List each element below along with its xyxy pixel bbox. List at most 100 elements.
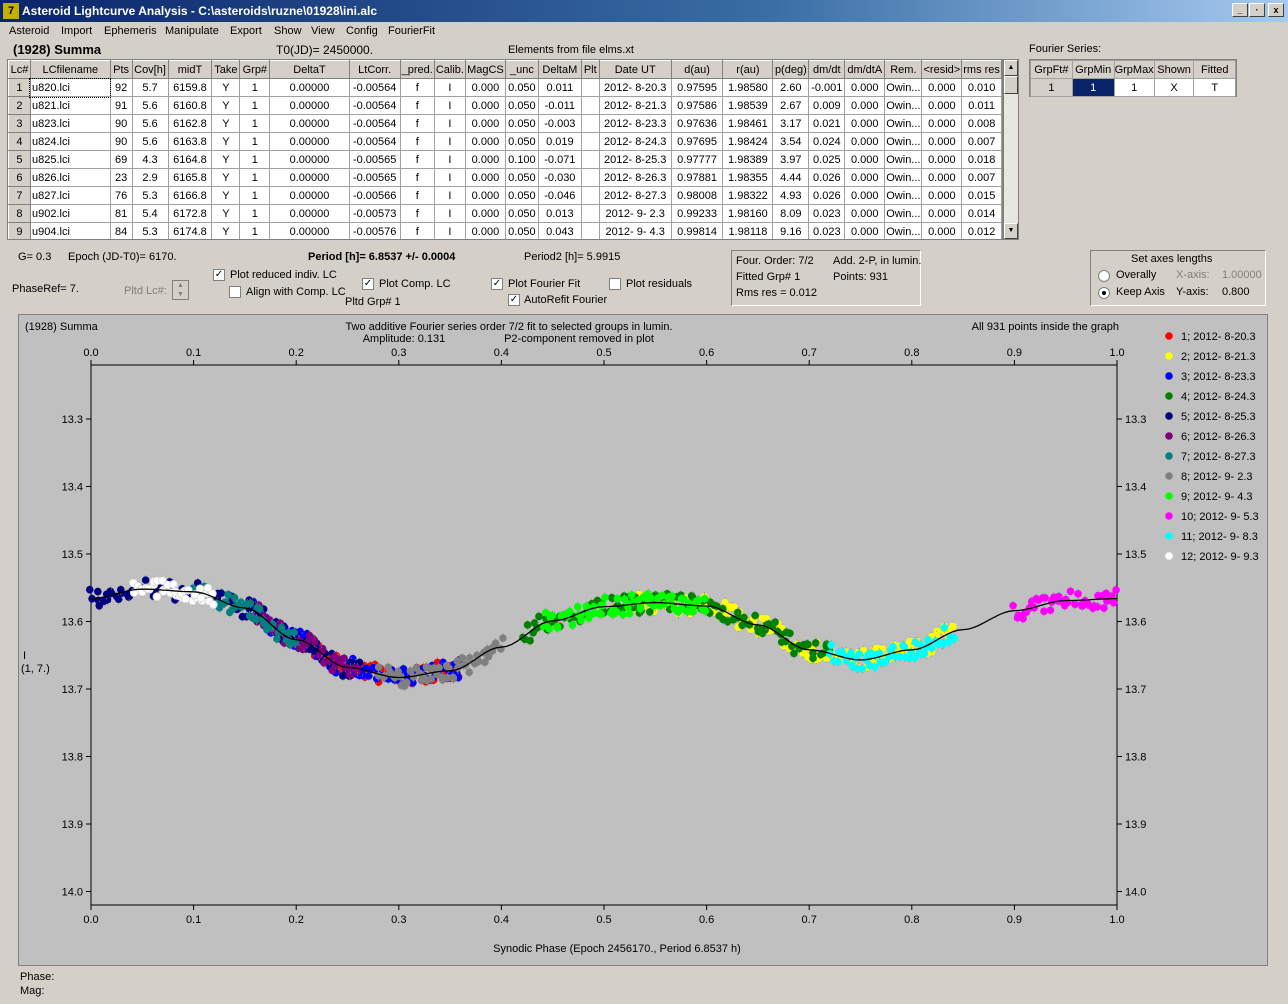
cell-unc[interactable]: 0.100 (504, 150, 539, 169)
cell-calib[interactable]: I (433, 186, 466, 205)
cell-deltat[interactable]: 0.00000 (269, 222, 350, 239)
cell-filename[interactable]: u825.lci (29, 150, 111, 169)
cell-dmdt[interactable]: 0.024 (808, 132, 846, 151)
cell-dmdt[interactable]: 0.009 (808, 96, 846, 115)
cell-pdeg[interactable]: 3.54 (772, 132, 810, 151)
cell-ltcorr[interactable]: -0.00564 (348, 78, 401, 97)
table-row[interactable]: 6 u826.lci 23 2.9 6165.8 Y 1 0.00000 -0.00565 f I 0… (8, 168, 1002, 187)
plot-fourier-checkbox[interactable]: ✓ (491, 278, 503, 290)
menu-ephemeris[interactable]: Ephemeris (104, 25, 157, 37)
cell-dau[interactable]: 0.99814 (670, 222, 724, 239)
cell-pts[interactable]: 69 (109, 150, 133, 169)
cell-deltam[interactable]: 0.019 (537, 132, 582, 151)
cell-deltam[interactable]: -0.003 (537, 114, 582, 133)
cell-pdeg[interactable]: 4.44 (772, 168, 810, 187)
cell-calib[interactable]: I (433, 78, 466, 97)
cell-cov[interactable]: 2.9 (131, 168, 169, 187)
cell-midt[interactable]: 6163.8 (167, 132, 213, 151)
cell-take[interactable]: Y (211, 96, 241, 115)
cell-dau[interactable]: 0.99233 (670, 204, 724, 223)
cell-deltam[interactable]: -0.011 (537, 96, 582, 115)
cell-dau[interactable]: 0.98008 (670, 186, 724, 205)
cell-deltam[interactable]: 0.013 (537, 204, 582, 223)
cell-resid[interactable]: 0.000 (921, 96, 963, 115)
cell-midt[interactable]: 6174.8 (167, 222, 213, 239)
col-header-plt[interactable]: Plt (580, 60, 600, 79)
cell-grp[interactable]: 1 (239, 168, 271, 187)
cell-midt[interactable]: 6162.8 (167, 114, 213, 133)
cell-magcs[interactable]: 0.000 (464, 78, 506, 97)
cell-take[interactable]: Y (211, 168, 241, 187)
cell-cov[interactable]: 5.6 (131, 96, 169, 115)
scroll-up-icon[interactable]: ▲ (1004, 60, 1018, 76)
cell-dmdta[interactable]: 0.000 (844, 186, 886, 205)
cell-lc[interactable]: 2 (8, 96, 31, 115)
cell-plt[interactable] (580, 168, 600, 187)
cell-pdeg[interactable]: 2.60 (772, 78, 810, 97)
cell-rau[interactable]: 1.98580 (722, 78, 774, 97)
cell-deltat[interactable]: 0.00000 (269, 150, 350, 169)
cell-resid[interactable]: 0.000 (921, 114, 963, 133)
cell-filename[interactable]: u821.lci (29, 96, 111, 115)
cell-unc[interactable]: 0.050 (504, 186, 539, 205)
cell-pred[interactable]: f (399, 222, 435, 239)
fourier-cell-grpmax[interactable]: 1 (1113, 78, 1155, 97)
cell-take[interactable]: Y (211, 186, 241, 205)
cell-grp[interactable]: 1 (239, 186, 271, 205)
fourier-cell-grpft[interactable]: 1 (1030, 78, 1073, 97)
cell-resid[interactable]: 0.000 (921, 222, 963, 239)
table-row[interactable]: 4 u824.lci 90 5.6 6163.8 Y 1 0.00000 -0.00564 f I 0… (8, 132, 1002, 151)
cell-pts[interactable]: 23 (109, 168, 133, 187)
cell-magcs[interactable]: 0.000 (464, 96, 506, 115)
col-header-cov[interactable]: Cov[h] (131, 60, 169, 79)
overally-radio[interactable] (1098, 270, 1110, 282)
cell-rau[interactable]: 1.98160 (722, 204, 774, 223)
minimize-button[interactable]: _ (1232, 3, 1248, 17)
cell-pdeg[interactable]: 4.93 (772, 186, 810, 205)
lightcurve-plot[interactable]: (1928) Summa Two additive Fourier series… (18, 314, 1268, 966)
maximize-button[interactable]: · (1249, 3, 1265, 17)
cell-rau[interactable]: 1.98461 (722, 114, 774, 133)
table-row[interactable]: 3 u823.lci 90 5.6 6162.8 Y 1 0.00000 -0.00564 f I 0… (8, 114, 1002, 133)
col-header-dmdt[interactable]: dm/dt (808, 60, 846, 79)
cell-dmdta[interactable]: 0.000 (844, 114, 886, 133)
cell-magcs[interactable]: 0.000 (464, 222, 506, 239)
cell-rem[interactable]: Owin... (884, 114, 923, 133)
col-header-pdeg[interactable]: p(deg) (772, 60, 810, 79)
menu-import[interactable]: Import (61, 25, 92, 37)
cell-dmdta[interactable]: 0.000 (844, 150, 886, 169)
cell-dau[interactable]: 0.97777 (670, 150, 724, 169)
cell-deltam[interactable]: 0.011 (537, 78, 582, 97)
cell-deltat[interactable]: 0.00000 (269, 204, 350, 223)
cell-calib[interactable]: I (433, 132, 466, 151)
cell-midt[interactable]: 6164.8 (167, 150, 213, 169)
scroll-down-icon[interactable]: ▼ (1004, 223, 1018, 239)
col-header-rau[interactable]: r(au) (722, 60, 774, 79)
cell-lc[interactable]: 9 (8, 222, 31, 239)
close-button[interactable]: x (1268, 3, 1284, 17)
col-header-ltcorr[interactable]: LtCorr. (348, 60, 401, 79)
cell-dateut[interactable]: 2012- 8-27.3 (598, 186, 672, 205)
cell-cov[interactable]: 5.3 (131, 186, 169, 205)
col-header-dmdta[interactable]: dm/dtA (844, 60, 886, 79)
table-row[interactable]: 5 u825.lci 69 4.3 6164.8 Y 1 0.00000 -0.00565 f I 0… (8, 150, 1002, 169)
plot-residuals-checkbox[interactable] (609, 278, 621, 290)
cell-calib[interactable]: I (433, 96, 466, 115)
cell-calib[interactable]: I (433, 168, 466, 187)
plot-reduced-checkbox[interactable]: ✓ (213, 269, 225, 281)
cell-resid[interactable]: 0.000 (921, 150, 963, 169)
cell-dmdta[interactable]: 0.000 (844, 222, 886, 239)
cell-calib[interactable]: I (433, 204, 466, 223)
cell-midt[interactable]: 6160.8 (167, 96, 213, 115)
cell-dmdt[interactable]: 0.021 (808, 114, 846, 133)
cell-grp[interactable]: 1 (239, 150, 271, 169)
cell-rau[interactable]: 1.98389 (722, 150, 774, 169)
cell-dmdta[interactable]: 0.000 (844, 168, 886, 187)
cell-rem[interactable]: Owin... (884, 204, 923, 223)
cell-pred[interactable]: f (399, 186, 435, 205)
cell-dmdta[interactable]: 0.000 (844, 204, 886, 223)
cell-deltam[interactable]: -0.046 (537, 186, 582, 205)
cell-unc[interactable]: 0.050 (504, 204, 539, 223)
cell-resid[interactable]: 0.000 (921, 168, 963, 187)
cell-resid[interactable]: 0.000 (921, 204, 963, 223)
